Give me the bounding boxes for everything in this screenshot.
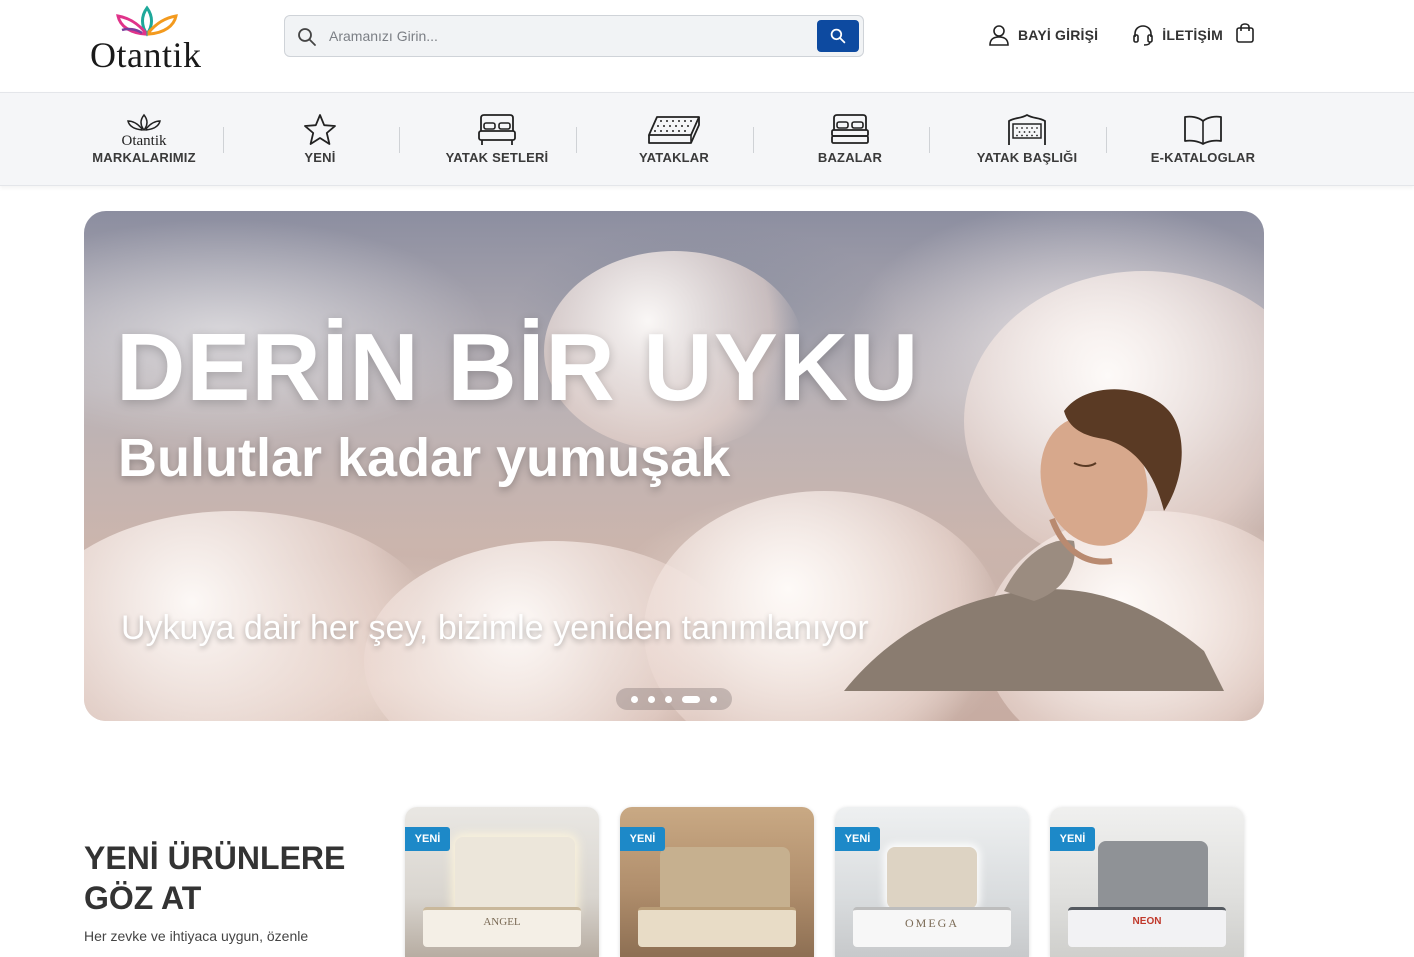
nav-item-brands[interactable]: Otantik MARKALARIMIZ — [56, 93, 232, 187]
new-badge: YENİ — [405, 827, 450, 851]
brand-logo[interactable]: Otantik — [90, 4, 205, 75]
book-icon — [1182, 111, 1224, 147]
logo-lotus-icon — [116, 5, 178, 37]
product-name: OMEGA — [905, 916, 959, 930]
search-input[interactable] — [329, 25, 809, 47]
slider-dot-2[interactable] — [648, 695, 655, 703]
slider-dot-1[interactable] — [631, 695, 638, 703]
hero-slider[interactable]: DERİN BİR UYKU Bulutlar kadar yumuşak Uy… — [84, 211, 1264, 721]
hero-subheadline: Bulutlar kadar yumuşak — [118, 428, 731, 488]
new-products-title: YENİ ÜRÜNLERE GÖZ AT — [84, 838, 345, 918]
dealer-login-link[interactable]: BAYİ GİRİŞİ — [988, 24, 1098, 46]
svg-text:Otantik: Otantik — [122, 133, 167, 147]
search-button[interactable] — [817, 20, 859, 52]
slider-dot-3[interactable] — [665, 695, 672, 703]
nav-item-bed-bases[interactable]: BAZALAR — [762, 93, 938, 187]
nav-label-e-catalogs: E-KATALOGLAR — [1150, 150, 1256, 165]
contact-link[interactable]: İLETİŞİM — [1132, 24, 1223, 46]
nav-item-bed-sets[interactable]: YATAK SETLERİ — [409, 93, 585, 187]
bed-base-icon — [830, 111, 870, 147]
new-products-description: Her zevke ve ihtiyaca uygun, özenle — [84, 928, 309, 944]
headboard-shape — [1098, 841, 1208, 913]
headset-icon — [1133, 25, 1154, 46]
nav-divider — [223, 127, 224, 153]
slider-dot-4-active[interactable] — [682, 695, 700, 703]
contact-label: İLETİŞİM — [1162, 27, 1223, 43]
product-card[interactable]: ANGEL YENİ — [405, 807, 599, 957]
hero-headline: DERİN BİR UYKU — [116, 314, 920, 421]
product-card[interactable]: YENİ — [620, 807, 814, 957]
hero-tagline: Uykuya dair her şey, bizimle yeniden tan… — [121, 609, 869, 647]
nav-divider — [929, 127, 930, 153]
headboard-shape — [455, 837, 575, 917]
new-badge: YENİ — [1050, 827, 1095, 851]
new-products-title-line2: GÖZ AT — [84, 880, 202, 916]
new-badge: YENİ — [835, 827, 880, 851]
product-name: ANGEL — [483, 916, 521, 928]
brand-name: Otantik — [90, 35, 202, 75]
search-button-icon — [830, 28, 846, 44]
slider-pagination — [616, 688, 732, 710]
mattress-shape: ANGEL — [423, 907, 581, 947]
nav-divider — [399, 127, 400, 153]
dealer-login-label: BAYİ GİRİŞİ — [1018, 27, 1099, 43]
bed-set-icon — [477, 111, 517, 147]
nav-label-new: YENİ — [304, 150, 336, 165]
product-card[interactable]: OMEGA YENİ — [835, 807, 1029, 957]
shopping-bag-icon — [1236, 23, 1254, 43]
new-badge: YENİ — [620, 827, 665, 851]
mattress-shape: NEON — [1068, 907, 1226, 947]
nav-divider — [753, 127, 754, 153]
nav-item-e-catalogs[interactable]: E-KATALOGLAR — [1115, 93, 1291, 187]
product-name: NEON — [1132, 916, 1162, 927]
otantik-logo-icon: Otantik — [116, 111, 172, 147]
new-products-title-line1: YENİ ÜRÜNLERE — [84, 840, 346, 876]
headboard-icon — [1006, 111, 1048, 147]
mattress-icon — [647, 111, 701, 147]
search-icon — [298, 28, 316, 46]
search-bar — [284, 15, 864, 57]
headboard-shape — [887, 847, 977, 909]
nav-label-mattresses: YATAKLAR — [639, 150, 709, 165]
header-links: BAYİ GİRİŞİ İLETİŞİM — [988, 22, 1257, 48]
mattress-shape — [638, 907, 796, 947]
user-icon — [989, 25, 1009, 46]
nav-label-bed-sets: YATAK SETLERİ — [445, 150, 549, 165]
nav-item-headboards[interactable]: YATAK BAŞLIĞI — [939, 93, 1115, 187]
nav-divider — [1106, 127, 1107, 153]
category-nav: Otantik MARKALARIMIZ YENİ YATAK SETLERİ — [0, 92, 1414, 186]
nav-label-brands: MARKALARIMIZ — [92, 150, 196, 165]
product-card[interactable]: NEON YENİ — [1050, 807, 1244, 957]
nav-item-mattresses[interactable]: YATAKLAR — [586, 93, 762, 187]
nav-divider — [576, 127, 577, 153]
nav-label-bed-bases: BAZALAR — [817, 150, 883, 165]
cart-button[interactable] — [1234, 22, 1256, 49]
site-header: Otantik BAYİ GİRİŞİ — [0, 0, 1414, 92]
star-icon — [303, 111, 337, 147]
mattress-shape: OMEGA — [853, 907, 1011, 947]
slider-dot-5[interactable] — [710, 695, 717, 703]
nav-label-headboards: YATAK BAŞLIĞI — [976, 150, 1078, 165]
nav-item-new[interactable]: YENİ — [232, 93, 408, 187]
